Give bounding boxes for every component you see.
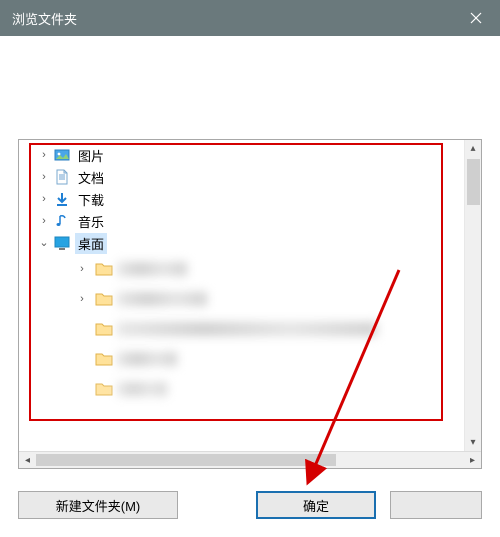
tree-item-desktop[interactable]: ⌄ 桌面 bbox=[19, 232, 481, 254]
chevron-right-icon[interactable]: › bbox=[75, 263, 89, 275]
close-icon bbox=[470, 12, 482, 24]
ok-button[interactable]: 确定 bbox=[256, 491, 376, 519]
folder-icon bbox=[95, 350, 113, 368]
scrollbar-thumb[interactable] bbox=[467, 159, 480, 205]
folder-icon bbox=[95, 320, 113, 338]
vertical-scrollbar[interactable]: ▴ ▾ bbox=[464, 140, 481, 451]
chevron-right-icon[interactable]: › bbox=[37, 149, 51, 161]
scroll-down-icon[interactable]: ▾ bbox=[465, 434, 481, 451]
scroll-left-icon[interactable]: ◂ bbox=[19, 452, 36, 468]
tree-item-label: 音乐 bbox=[75, 211, 107, 232]
pictures-icon bbox=[53, 146, 71, 164]
chevron-right-icon[interactable]: › bbox=[75, 293, 89, 305]
folder-icon bbox=[95, 260, 113, 278]
horizontal-scrollbar[interactable]: ◂ ▸ bbox=[19, 451, 481, 468]
chevron-down-icon[interactable]: ⌄ bbox=[37, 236, 51, 249]
downloads-icon bbox=[53, 190, 71, 208]
chevron-right-icon[interactable]: › bbox=[37, 171, 51, 183]
redacted-label bbox=[117, 292, 207, 306]
chevron-right-icon[interactable]: › bbox=[37, 215, 51, 227]
redacted-label bbox=[117, 262, 187, 276]
tree-subitem[interactable] bbox=[19, 374, 481, 404]
tree-item-label: 文档 bbox=[75, 167, 107, 188]
chevron-right-icon[interactable]: › bbox=[37, 193, 51, 205]
music-icon bbox=[53, 212, 71, 230]
documents-icon bbox=[53, 168, 71, 186]
scroll-up-icon[interactable]: ▴ bbox=[465, 140, 481, 157]
tree-item-label: 桌面 bbox=[75, 233, 107, 254]
folder-icon bbox=[95, 290, 113, 308]
tree-item-documents[interactable]: › 文档 bbox=[19, 166, 481, 188]
button-row: 新建文件夹(M) 确定 bbox=[18, 491, 482, 519]
dialog-body: › 图片 › 文档 › 下载 › bbox=[0, 36, 500, 537]
close-button[interactable] bbox=[452, 0, 500, 36]
tree-subitem[interactable] bbox=[19, 314, 481, 344]
tree-subitem[interactable]: › bbox=[19, 254, 481, 284]
redacted-label bbox=[117, 322, 377, 336]
tree-item-label: 下载 bbox=[75, 189, 107, 210]
tree-item-music[interactable]: › 音乐 bbox=[19, 210, 481, 232]
tree-subitem[interactable] bbox=[19, 344, 481, 374]
new-folder-button[interactable]: 新建文件夹(M) bbox=[18, 491, 178, 519]
button-label: 新建文件夹(M) bbox=[56, 496, 141, 515]
tree-item-label: 图片 bbox=[75, 145, 107, 166]
window-title: 浏览文件夹 bbox=[12, 9, 77, 28]
folder-icon bbox=[95, 380, 113, 398]
desktop-icon bbox=[53, 234, 71, 252]
scrollbar-thumb[interactable] bbox=[36, 454, 336, 466]
tree-subitem[interactable]: › bbox=[19, 284, 481, 314]
folder-tree[interactable]: › 图片 › 文档 › 下载 › bbox=[19, 140, 481, 451]
button-label: 确定 bbox=[303, 496, 329, 515]
scroll-right-icon[interactable]: ▸ bbox=[464, 452, 481, 468]
redacted-label bbox=[117, 382, 167, 396]
redacted-label bbox=[117, 352, 177, 366]
cancel-button[interactable] bbox=[390, 491, 482, 519]
folder-tree-container: › 图片 › 文档 › 下载 › bbox=[18, 139, 482, 469]
tree-item-pictures[interactable]: › 图片 bbox=[19, 144, 481, 166]
tree-item-downloads[interactable]: › 下载 bbox=[19, 188, 481, 210]
titlebar: 浏览文件夹 bbox=[0, 0, 500, 36]
